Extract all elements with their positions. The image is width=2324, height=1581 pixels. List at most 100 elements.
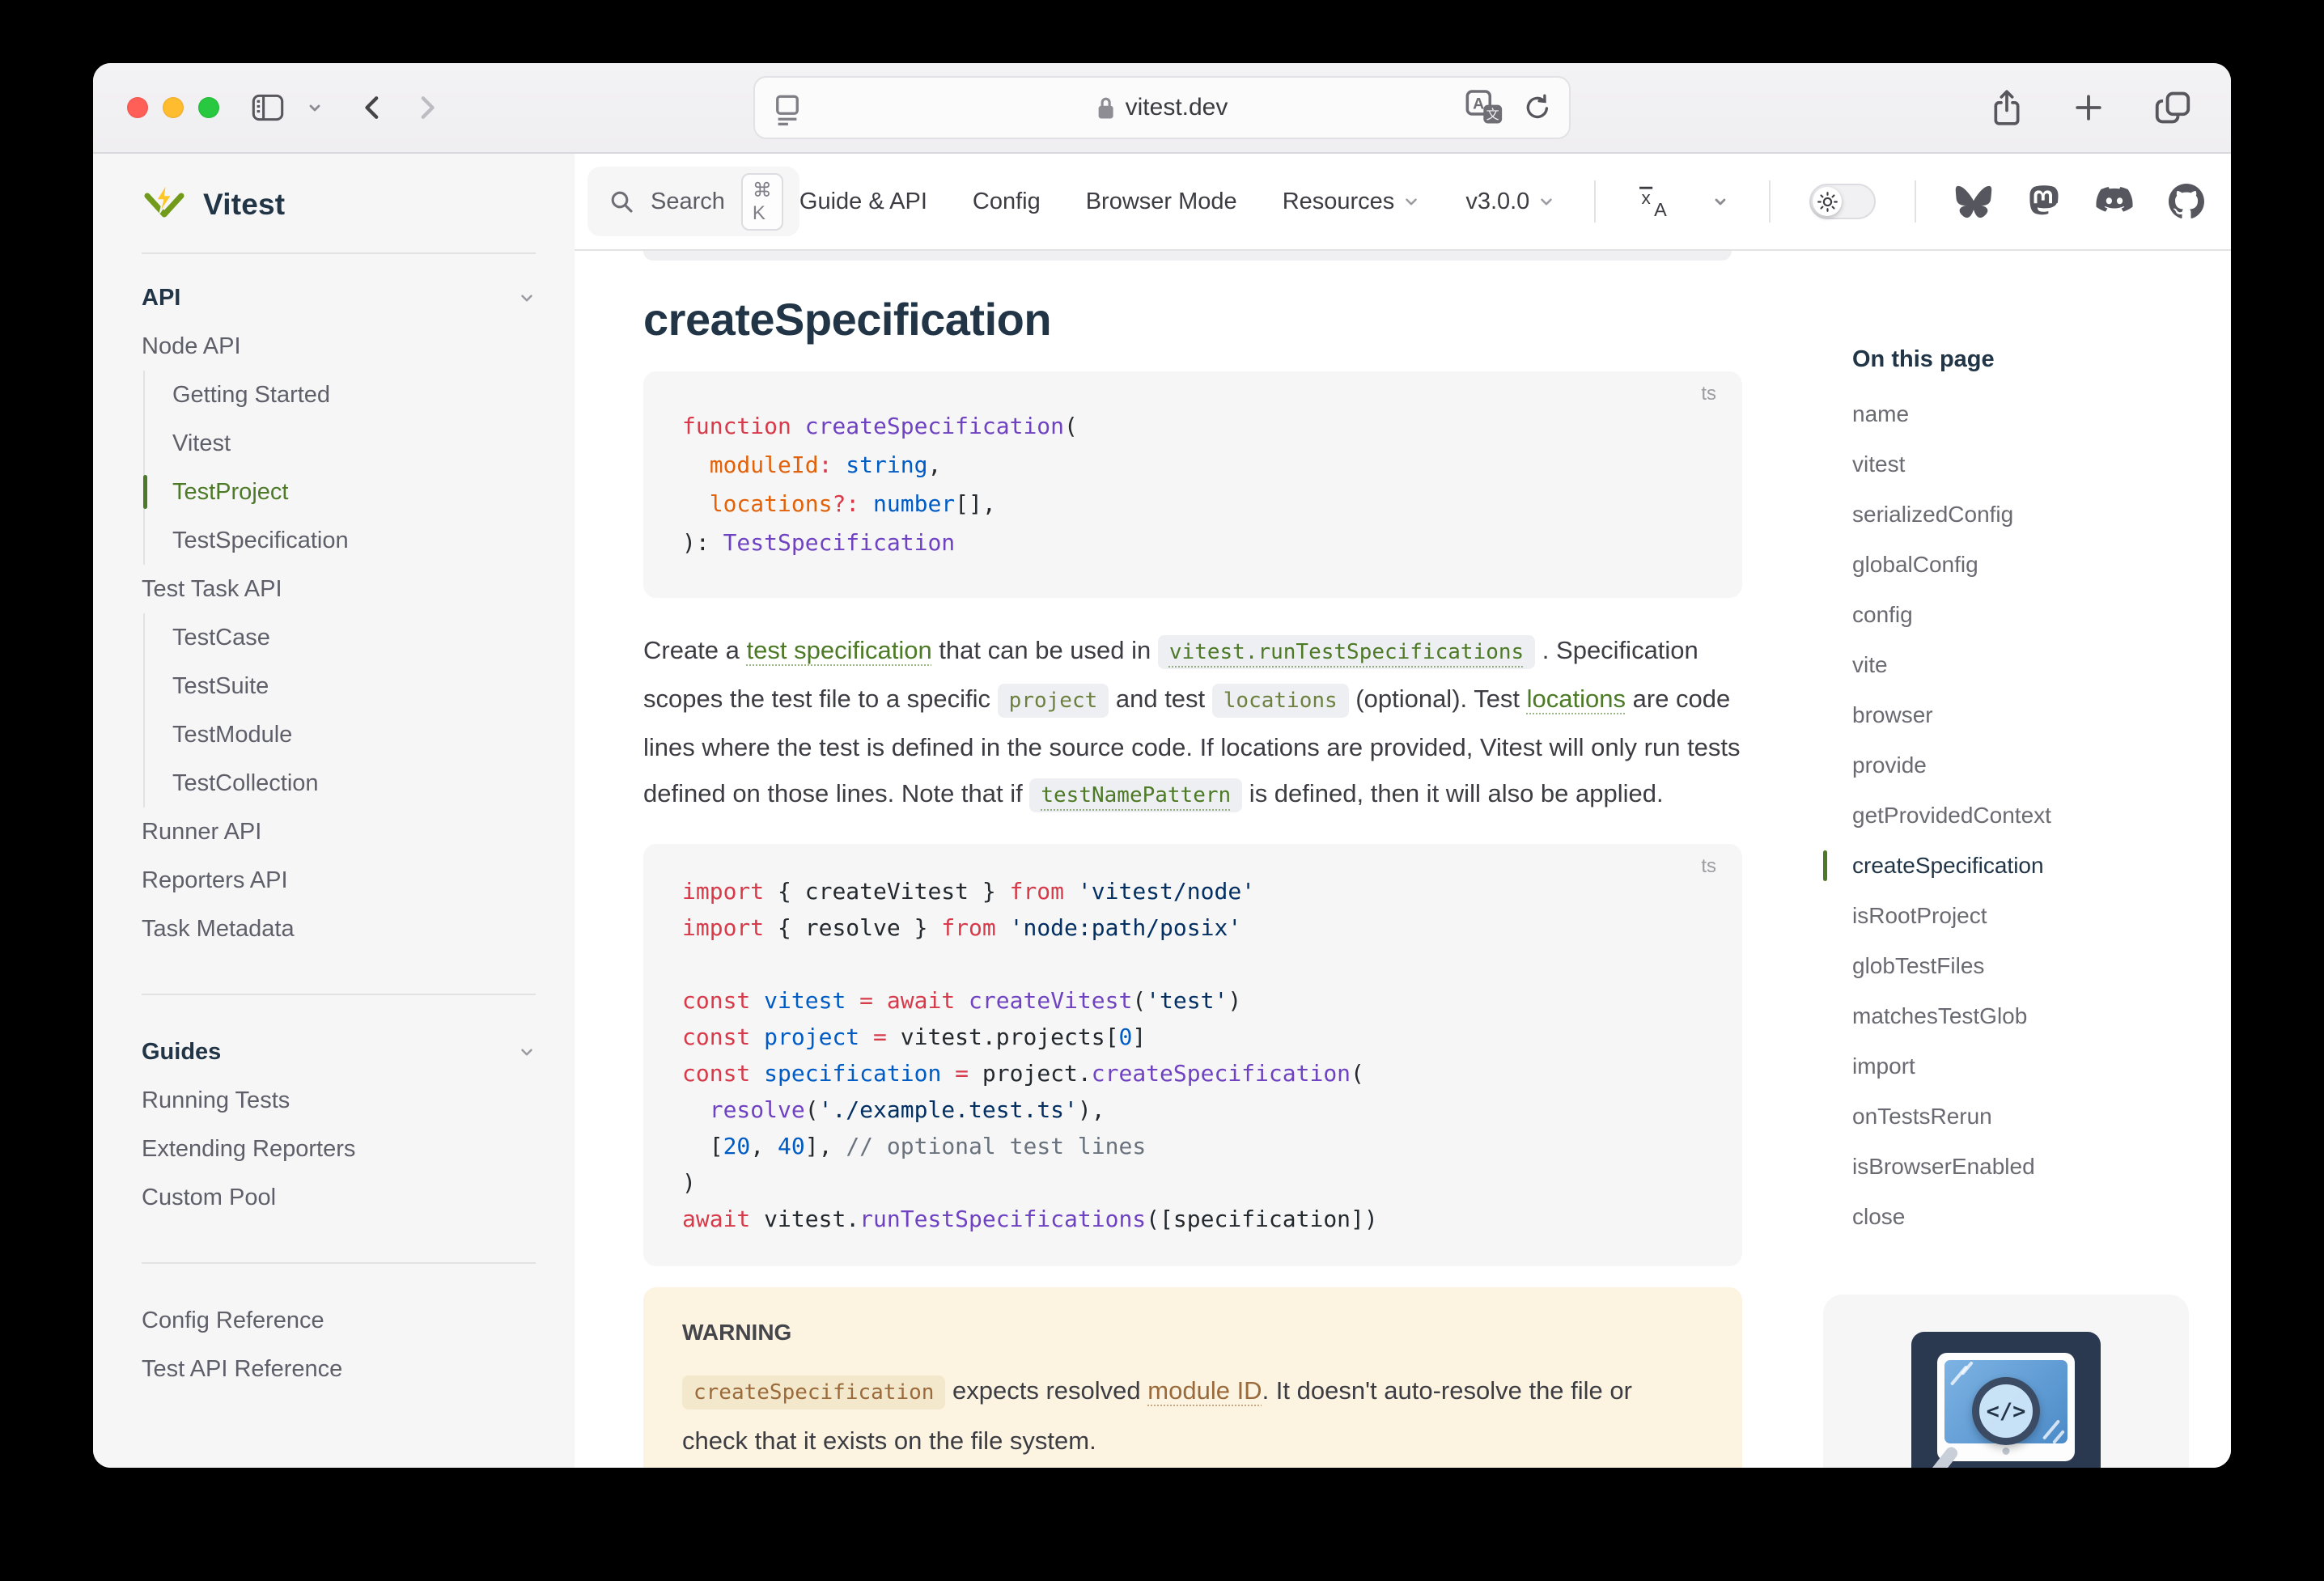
code-block-example[interactable]: ts import { createVitest } from 'vitest/… <box>643 844 1742 1266</box>
zoom-window-button[interactable] <box>198 97 219 118</box>
toc-item-provide[interactable]: provide <box>1852 740 2189 790</box>
toc-item-isbrowserenabled[interactable]: isBrowserEnabled <box>1852 1142 2189 1192</box>
forward-button <box>410 91 443 124</box>
toc-item-vitest[interactable]: vitest <box>1852 439 2189 490</box>
tab-overview-icon[interactable] <box>2153 90 2192 125</box>
language-icon[interactable]: xA <box>1635 184 1672 218</box>
sidebar-section-guides[interactable]: Guides <box>142 1028 536 1076</box>
chevron-down-icon <box>518 1043 536 1061</box>
sidebar-menu-chevron-icon[interactable] <box>305 98 324 117</box>
nav-item-browser-mode[interactable]: Browser Mode <box>1086 189 1237 215</box>
minimize-window-button[interactable] <box>163 97 184 118</box>
back-button[interactable] <box>357 91 389 124</box>
nav-item-v3-0-0[interactable]: v3.0.0 <box>1465 189 1555 215</box>
reload-icon[interactable] <box>1522 92 1553 123</box>
discord-icon[interactable] <box>2094 185 2135 218</box>
sidebar-item-testcase[interactable]: TestCase <box>172 613 536 662</box>
code-line: const specification = project.createSpec… <box>682 1055 1703 1091</box>
divider <box>1915 180 1916 223</box>
sidebar-item-test-api-reference[interactable]: Test API Reference <box>142 1345 536 1393</box>
close-window-button[interactable] <box>127 97 148 118</box>
share-icon[interactable] <box>1990 88 2024 127</box>
toc-list: namevitestserializedConfigglobalConfigco… <box>1823 389 2189 1242</box>
toc-item-matchestestglob[interactable]: matchesTestGlob <box>1852 991 2189 1041</box>
warning-callout: WARNING createSpecification expects reso… <box>643 1287 1742 1468</box>
sidebar-item-task-metadata[interactable]: Task Metadata <box>142 905 536 953</box>
code-magnifier-icon: </> <box>1972 1377 2040 1445</box>
doc-content: createSpecification ts function createSp… <box>643 251 1742 1468</box>
on-this-page: On this page namevitestserializedConfigg… <box>1823 251 2189 1242</box>
sidebar-item-testsuite[interactable]: TestSuite <box>172 662 536 710</box>
sidebar-item-testproject[interactable]: TestProject <box>172 468 536 516</box>
sidebar-item-reporters-api[interactable]: Reporters API <box>142 856 536 905</box>
code-block-signature[interactable]: ts function createSpecification( moduleI… <box>643 371 1742 598</box>
sidebar-item-test-task-api[interactable]: Test Task API <box>142 565 536 613</box>
sidebar-item-custom-pool[interactable]: Custom Pool <box>142 1173 536 1222</box>
vitest-logo-text: Vitest <box>203 188 285 222</box>
sidebar-item-runner-api[interactable]: Runner API <box>142 807 536 856</box>
code-line: await vitest.runTestSpecifications([spec… <box>682 1201 1703 1237</box>
toc-item-createspecification[interactable]: createSpecification <box>1852 841 2189 891</box>
toc-item-browser[interactable]: browser <box>1852 690 2189 740</box>
sidebar-item-testspecification[interactable]: TestSpecification <box>172 516 536 565</box>
browser-toolbar: vitest.dev A文 <box>93 63 2231 154</box>
browser-window: vitest.dev A文 Vitest APINode APIGetting … <box>93 63 2231 1468</box>
sidebar-item-testcollection[interactable]: TestCollection <box>172 759 536 807</box>
toc-item-vite[interactable]: vite <box>1852 640 2189 690</box>
toc-item-close[interactable]: close <box>1852 1192 2189 1242</box>
nav-item-label: Browser Mode <box>1086 189 1237 215</box>
sidebar-item-running-tests[interactable]: Running Tests <box>142 1076 536 1125</box>
toc-item-serializedconfig[interactable]: serializedConfig <box>1852 490 2189 540</box>
translate-icon[interactable]: A文 <box>1465 90 1504 125</box>
sponsor-card[interactable]: </> <box>1823 1295 2189 1468</box>
link-testnamepattern[interactable]: testNamePattern <box>1029 778 1242 812</box>
nav-item-label: Resources <box>1283 189 1395 215</box>
nav-item-resources[interactable]: Resources <box>1283 189 1421 215</box>
divider <box>142 994 536 995</box>
toc-item-config[interactable]: config <box>1852 590 2189 640</box>
mastodon-icon[interactable] <box>2026 184 2060 220</box>
link-vitest-runtestspecifications[interactable]: vitest.runTestSpecifications <box>1158 635 1535 669</box>
nav-item-guide-api[interactable]: Guide & API <box>799 189 927 215</box>
toc-item-isrootproject[interactable]: isRootProject <box>1852 891 2189 941</box>
theme-toggle[interactable] <box>1809 184 1876 219</box>
svg-text:x: x <box>1642 188 1652 208</box>
sidebar-section-api[interactable]: API <box>142 273 536 322</box>
code-line: moduleId: string, <box>682 446 1703 485</box>
bluesky-icon[interactable] <box>1955 185 1992 218</box>
sponsor-illustration: </> <box>1911 1332 2101 1468</box>
toc-item-globalconfig[interactable]: globalConfig <box>1852 540 2189 590</box>
nav-item-config[interactable]: Config <box>973 189 1041 215</box>
code: import { createVitest } from 'vitest/nod… <box>682 873 1703 1237</box>
social-links <box>1955 184 2204 220</box>
sidebar-toggle-icon[interactable] <box>252 94 284 121</box>
sidebar-item-config-reference[interactable]: Config Reference <box>142 1296 536 1345</box>
github-icon[interactable] <box>2169 184 2204 219</box>
toc-item-import[interactable]: import <box>1852 1041 2189 1091</box>
code-line <box>682 946 1703 982</box>
svg-text:文: 文 <box>1486 108 1499 122</box>
toc-item-ontestsrerun[interactable]: onTestsRerun <box>1852 1091 2189 1142</box>
toc-item-getprovidedcontext[interactable]: getProvidedContext <box>1852 790 2189 841</box>
sidebar-item-vitest[interactable]: Vitest <box>172 419 536 468</box>
sidebar: Vitest APINode APIGetting StartedVitestT… <box>93 154 575 1468</box>
sidebar-item-testmodule[interactable]: TestModule <box>172 710 536 759</box>
sidebar-item-getting-started[interactable]: Getting Started <box>172 371 536 419</box>
link-locations[interactable]: locations <box>1527 685 1626 713</box>
address-bar[interactable]: vitest.dev A文 <box>753 76 1571 139</box>
traffic-lights <box>127 97 219 118</box>
toc-item-globtestfiles[interactable]: globTestFiles <box>1852 941 2189 991</box>
language-chevron-icon[interactable] <box>1711 192 1730 211</box>
page-settings-icon[interactable] <box>773 92 802 126</box>
nav-item-label: Config <box>973 189 1041 215</box>
vitest-logo[interactable]: Vitest <box>142 178 536 231</box>
search-button[interactable]: Search ⌘ K <box>587 167 799 236</box>
link-test-specification[interactable]: test specification <box>747 636 932 664</box>
toc-title: On this page <box>1823 346 2189 373</box>
sidebar-item-extending-reporters[interactable]: Extending Reporters <box>142 1125 536 1173</box>
toc-item-name[interactable]: name <box>1852 389 2189 439</box>
new-tab-icon[interactable] <box>2071 90 2106 125</box>
sidebar-nav: APINode APIGetting StartedVitestTestProj… <box>142 273 536 1393</box>
link-module-id[interactable]: module ID <box>1147 1376 1262 1405</box>
sidebar-item-node-api[interactable]: Node API <box>142 322 536 371</box>
